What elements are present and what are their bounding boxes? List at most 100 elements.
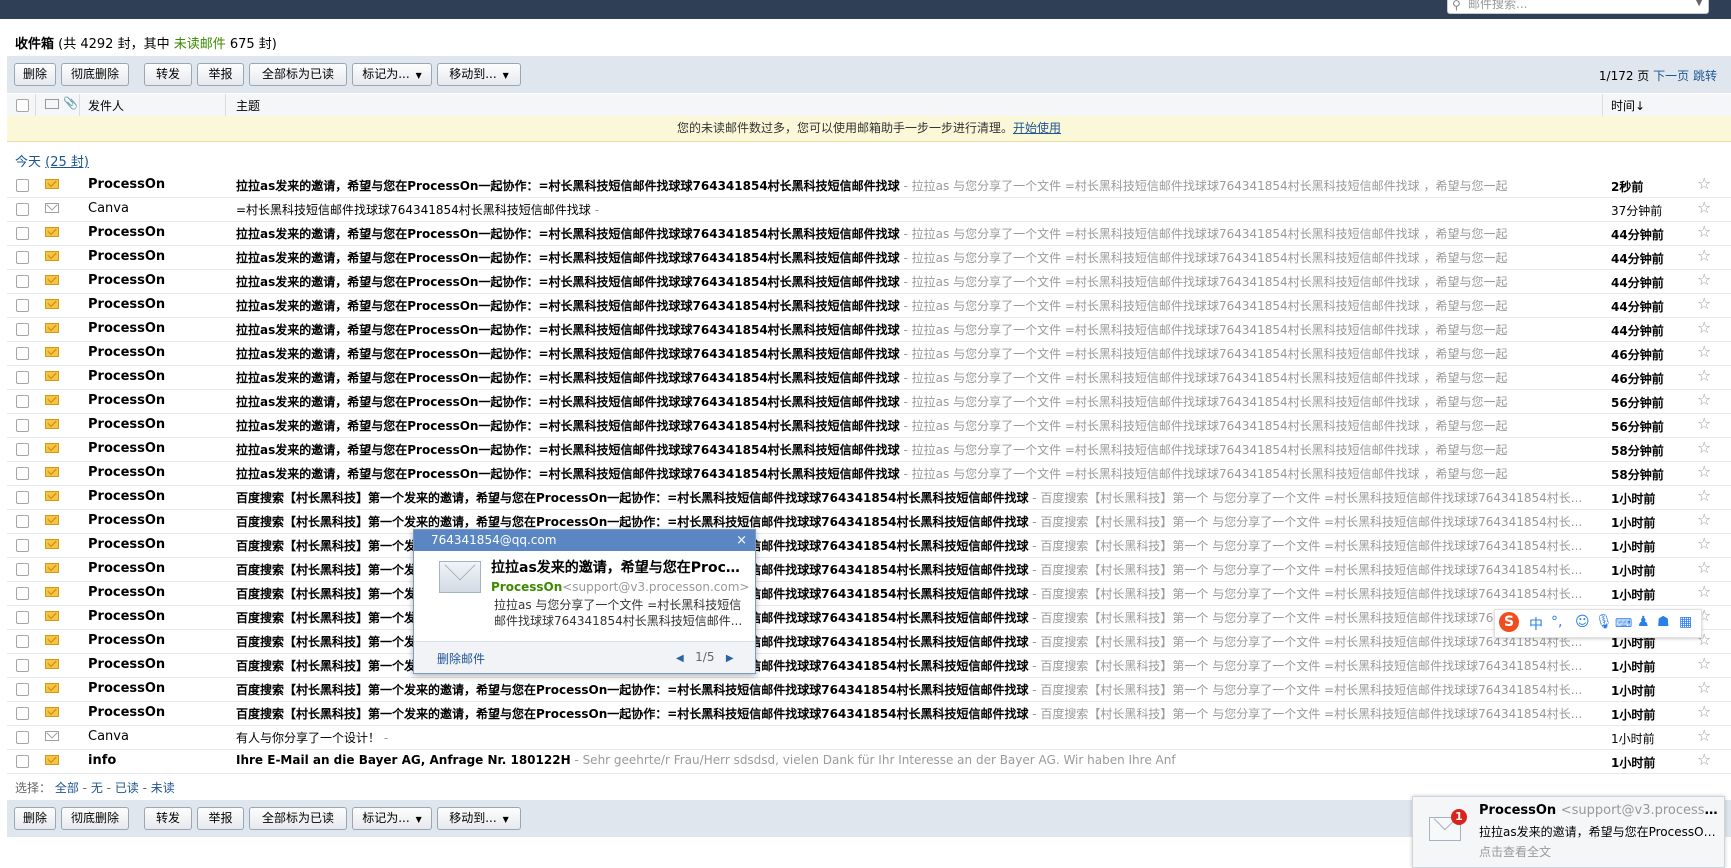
keyboard-icon[interactable]: ⌨: [1615, 616, 1632, 630]
star-icon[interactable]: ☆: [1697, 294, 1711, 313]
select-all-checkbox[interactable]: [16, 99, 29, 112]
email-sender[interactable]: info: [88, 753, 116, 768]
email-subject[interactable]: 拉拉as发来的邀请，希望与您在ProcessOn一起协作：=村长黑科技短信邮件找…: [236, 321, 1601, 338]
select-unread-link[interactable]: 未读: [151, 781, 175, 795]
sogou-logo-icon[interactable]: S: [1499, 612, 1519, 632]
email-subject[interactable]: 拉拉as发来的邀请，希望与您在ProcessOn一起协作：=村长黑科技短信邮件找…: [236, 441, 1601, 458]
email-sender[interactable]: ProcessOn: [88, 177, 165, 192]
email-sender[interactable]: ProcessOn: [88, 465, 165, 480]
email-sender[interactable]: ProcessOn: [88, 273, 165, 288]
forward-button[interactable]: 转发: [144, 807, 192, 830]
start-using-link[interactable]: 开始使用: [1013, 121, 1061, 135]
star-icon[interactable]: ☆: [1697, 654, 1711, 673]
mark-as-dropdown[interactable]: 标记为... ▼: [352, 807, 432, 830]
email-sender[interactable]: Canva: [88, 201, 129, 216]
email-sender[interactable]: ProcessOn: [88, 561, 165, 576]
next-arrow-icon[interactable]: ▶: [726, 653, 734, 664]
email-subject[interactable]: 拉拉as发来的邀请，希望与您在ProcessOn一起协作：=村长黑科技短信邮件找…: [236, 369, 1601, 386]
row-checkbox[interactable]: [16, 515, 29, 528]
star-icon[interactable]: ☆: [1697, 390, 1711, 409]
mail-search-input[interactable]: ⚲ 邮件搜索... ▼: [1447, 0, 1709, 14]
email-subject[interactable]: 拉拉as发来的邀请，希望与您在ProcessOn一起协作：=村长黑科技短信邮件找…: [236, 273, 1601, 290]
email-sender[interactable]: ProcessOn: [88, 705, 165, 720]
email-subject[interactable]: 拉拉as发来的邀请，希望与您在ProcessOn一起协作：=村长黑科技短信邮件找…: [236, 465, 1601, 482]
row-checkbox[interactable]: [16, 611, 29, 624]
row-checkbox[interactable]: [16, 731, 29, 744]
skin-icon[interactable]: ☗: [1657, 614, 1670, 630]
row-checkbox[interactable]: [16, 179, 29, 192]
email-row[interactable]: Canva 有人与你分享了一个设计！ - 1小时前 ☆: [7, 725, 1731, 750]
email-row[interactable]: ProcessOn百度搜索【村长黑科技】第一个发来的邀请，希望与您在Proces…: [7, 605, 1731, 630]
email-sender[interactable]: ProcessOn: [88, 225, 165, 240]
email-subject[interactable]: 百度搜索【村长黑科技】第一个发来的邀请，希望与您在ProcessOn一起协作：=…: [236, 705, 1601, 722]
email-subject[interactable]: 拉拉as发来的邀请，希望与您在ProcessOn一起协作：=村长黑科技短信邮件找…: [236, 177, 1601, 194]
star-icon[interactable]: ☆: [1697, 222, 1711, 241]
unread-label[interactable]: 未读邮件: [174, 37, 226, 52]
row-checkbox[interactable]: [16, 467, 29, 480]
email-row[interactable]: ProcessOn 拉拉as发来的邀请，希望与您在ProcessOn一起协作：=村…: [7, 173, 1731, 198]
move-to-dropdown[interactable]: 移动到... ▼: [437, 807, 521, 830]
email-row[interactable]: ProcessOn 拉拉as发来的邀请，希望与您在ProcessOn一起协作：=村…: [7, 245, 1731, 270]
email-row[interactable]: ProcessOn百度搜索【村长黑科技】第一个发来的邀请，希望与您在Proces…: [7, 557, 1731, 582]
email-sender[interactable]: ProcessOn: [88, 321, 165, 336]
email-sender[interactable]: ProcessOn: [88, 345, 165, 360]
report-button[interactable]: 举报: [197, 63, 244, 86]
star-icon[interactable]: ☆: [1697, 246, 1711, 265]
email-sender[interactable]: ProcessOn: [88, 585, 165, 600]
star-icon[interactable]: ☆: [1697, 174, 1711, 193]
row-checkbox[interactable]: [16, 395, 29, 408]
row-checkbox[interactable]: [16, 347, 29, 360]
row-checkbox[interactable]: [16, 707, 29, 720]
email-row[interactable]: ProcessOn百度搜索【村长黑科技】第一个发来的邀请，希望与您在Proces…: [7, 533, 1731, 558]
delete-button[interactable]: 删除: [14, 807, 56, 830]
mark-as-dropdown[interactable]: 标记为... ▼: [352, 63, 432, 86]
star-icon[interactable]: ☆: [1697, 582, 1711, 601]
email-subject[interactable]: Ihre E-Mail an die Bayer AG, Anfrage Nr.…: [236, 753, 1601, 767]
mark-all-read-button[interactable]: 全部标为已读: [249, 807, 347, 830]
email-sender[interactable]: ProcessOn: [88, 441, 165, 456]
chevron-down-icon[interactable]: ▼: [1695, 0, 1703, 12]
row-checkbox[interactable]: [16, 587, 29, 600]
row-checkbox[interactable]: [16, 563, 29, 576]
ime-mode-toggle[interactable]: 中: [1529, 614, 1543, 634]
prev-arrow-icon[interactable]: ◀: [676, 653, 684, 664]
star-icon[interactable]: ☆: [1697, 342, 1711, 361]
select-read-link[interactable]: 已读: [115, 781, 139, 795]
time-column[interactable]: 时间↓: [1611, 97, 1645, 114]
row-checkbox[interactable]: [16, 371, 29, 384]
select-none-link[interactable]: 无: [91, 781, 103, 795]
email-subject[interactable]: 拉拉as发来的邀请，希望与您在ProcessOn一起协作：=村长黑科技短信邮件找…: [236, 249, 1601, 266]
email-subject[interactable]: =村长黑科技短信邮件找球球764341854村长黑科技短信邮件找球 -: [236, 201, 1601, 218]
email-row[interactable]: ProcessOn百度搜索【村长黑科技】第一个发来的邀请，希望与您在Proces…: [7, 629, 1731, 654]
popup-body[interactable]: 拉拉as发来的邀请，希望与您在ProcessOn一起协作：=村长黑科技短信邮件找…: [414, 551, 755, 635]
email-sender[interactable]: ProcessOn: [88, 609, 165, 624]
email-sender[interactable]: ProcessOn: [88, 249, 165, 264]
email-sender[interactable]: ProcessOn: [88, 393, 165, 408]
row-checkbox[interactable]: [16, 755, 29, 768]
close-icon[interactable]: ×: [736, 530, 747, 551]
email-subject[interactable]: 百度搜索【村长黑科技】第一个发来的邀请，希望与您在ProcessOn一起协作：=…: [236, 681, 1601, 698]
email-sender[interactable]: ProcessOn: [88, 657, 165, 672]
popup-delete-link[interactable]: 删除邮件: [437, 650, 485, 667]
email-row[interactable]: ProcessOn百度搜索【村长黑科技】第一个发来的邀请，希望与您在Proces…: [7, 653, 1731, 678]
star-icon[interactable]: ☆: [1697, 534, 1711, 553]
email-sender[interactable]: ProcessOn: [88, 297, 165, 312]
row-checkbox[interactable]: [16, 683, 29, 696]
star-icon[interactable]: ☆: [1697, 438, 1711, 457]
delete-button[interactable]: 删除: [14, 63, 56, 86]
move-to-dropdown[interactable]: 移动到... ▼: [437, 63, 521, 86]
star-icon[interactable]: ☆: [1697, 702, 1711, 721]
row-checkbox[interactable]: [16, 299, 29, 312]
group-count-link[interactable]: (25 封): [45, 155, 89, 170]
star-icon[interactable]: ☆: [1697, 726, 1711, 745]
select-all-link[interactable]: 全部: [55, 781, 79, 795]
star-icon[interactable]: ☆: [1697, 270, 1711, 289]
subject-column[interactable]: 主题: [236, 97, 260, 114]
email-sender[interactable]: ProcessOn: [88, 513, 165, 528]
punctuation-toggle[interactable]: °,: [1551, 614, 1562, 630]
report-button[interactable]: 举报: [197, 807, 244, 830]
view-full-link[interactable]: 点击查看全文: [1479, 843, 1551, 860]
email-row[interactable]: ProcessOn 拉拉as发来的邀请，希望与您在ProcessOn一起协作：=村…: [7, 293, 1731, 318]
sender-column[interactable]: 发件人: [88, 97, 124, 114]
email-subject[interactable]: 百度搜索【村长黑科技】第一个发来的邀请，希望与您在ProcessOn一起协作：=…: [236, 489, 1601, 506]
